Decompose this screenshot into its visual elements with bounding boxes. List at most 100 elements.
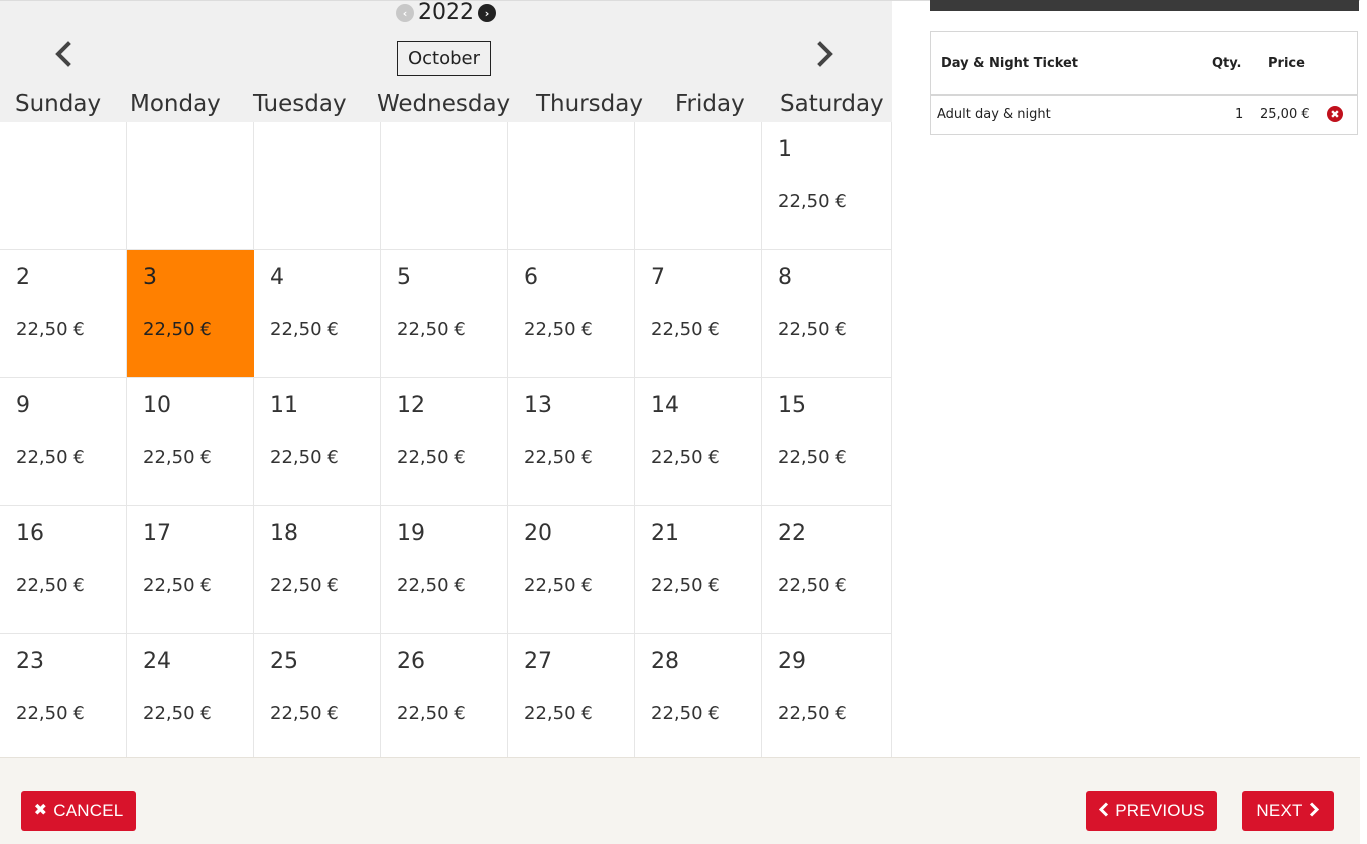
calendar-day-cell[interactable]: 22 22,50 € bbox=[762, 506, 892, 633]
day-number: 14 bbox=[651, 393, 679, 418]
calendar-day-cell[interactable]: 23 22,50 € bbox=[0, 634, 127, 761]
day-number: 15 bbox=[778, 393, 806, 418]
day-number: 19 bbox=[397, 521, 425, 546]
chevron-left-icon bbox=[1098, 801, 1109, 821]
day-price: 22,50 € bbox=[270, 703, 339, 724]
next-button[interactable]: NEXT bbox=[1242, 791, 1334, 831]
calendar-day-cell[interactable]: 7 22,50 € bbox=[635, 250, 762, 377]
day-number: 26 bbox=[397, 649, 425, 674]
calendar-day-cell[interactable]: 17 22,50 € bbox=[127, 506, 254, 633]
year-label: 2022 bbox=[418, 0, 474, 25]
calendar-day-cell[interactable]: 11 22,50 € bbox=[254, 378, 381, 505]
month-select[interactable]: October bbox=[397, 41, 491, 76]
previous-year-icon[interactable]: ‹ bbox=[396, 4, 414, 22]
day-number: 17 bbox=[143, 521, 171, 546]
day-number: 18 bbox=[270, 521, 298, 546]
weekday-friday: Friday bbox=[675, 91, 745, 117]
calendar-day-cell[interactable]: 6 22,50 € bbox=[508, 250, 635, 377]
chevron-right-icon bbox=[1309, 801, 1320, 821]
remove-item-icon[interactable]: ✖ bbox=[1327, 106, 1343, 122]
cart-header-ticket: Day & Night Ticket bbox=[941, 56, 1079, 71]
calendar-day-cell[interactable]: 24 22,50 € bbox=[127, 634, 254, 761]
calendar-day-cell[interactable]: 29 22,50 € bbox=[762, 634, 892, 761]
weekday-tuesday: Tuesday bbox=[253, 91, 347, 117]
calendar-day-cell[interactable]: 1 22,50 € bbox=[762, 122, 892, 249]
day-number: 7 bbox=[651, 265, 665, 290]
calendar-day-cell[interactable]: 13 22,50 € bbox=[508, 378, 635, 505]
day-price: 22,50 € bbox=[143, 447, 212, 468]
day-number: 24 bbox=[143, 649, 171, 674]
day-number: 21 bbox=[651, 521, 679, 546]
calendar-day-cell[interactable]: 19 22,50 € bbox=[381, 506, 508, 633]
day-price: 22,50 € bbox=[778, 575, 847, 596]
cancel-button-label: CANCEL bbox=[53, 801, 124, 820]
day-price: 22,50 € bbox=[651, 703, 720, 724]
day-price: 22,50 € bbox=[397, 319, 466, 340]
cart-header-qty: Qty. bbox=[1212, 56, 1242, 71]
day-number: 23 bbox=[16, 649, 44, 674]
day-number: 16 bbox=[16, 521, 44, 546]
previous-month-icon[interactable] bbox=[52, 41, 76, 67]
calendar-day-cell[interactable]: 21 22,50 € bbox=[635, 506, 762, 633]
calendar-day-cell[interactable]: 8 22,50 € bbox=[762, 250, 892, 377]
calendar-header: ‹ 2022 › October Sunday Monday Tuesday W… bbox=[0, 1, 892, 122]
cart-item-name: Adult day & night bbox=[937, 107, 1051, 122]
calendar-week: 16 22,50 € 17 22,50 € 18 22,50 € 19 22,50 € 20 22… bbox=[0, 506, 892, 634]
day-price: 22,50 € bbox=[778, 447, 847, 468]
day-price: 22,50 € bbox=[778, 191, 847, 212]
day-number: 9 bbox=[16, 393, 30, 418]
day-number: 13 bbox=[524, 393, 552, 418]
calendar-empty-cell bbox=[381, 122, 508, 249]
cart-header-price: Price bbox=[1268, 56, 1305, 71]
day-number: 6 bbox=[524, 265, 538, 290]
day-price: 22,50 € bbox=[397, 575, 466, 596]
day-price: 22,50 € bbox=[143, 319, 212, 340]
calendar-week: 1 22,50 € bbox=[0, 122, 892, 250]
calendar-day-cell[interactable]: 18 22,50 € bbox=[254, 506, 381, 633]
calendar-empty-cell bbox=[0, 122, 127, 249]
day-number: 12 bbox=[397, 393, 425, 418]
calendar-day-cell[interactable]: 25 22,50 € bbox=[254, 634, 381, 761]
day-number: 29 bbox=[778, 649, 806, 674]
year-navigation: ‹ 2022 › bbox=[396, 1, 496, 25]
calendar-day-cell[interactable]: 12 22,50 € bbox=[381, 378, 508, 505]
cart-header-row: Day & Night Ticket Qty. Price bbox=[931, 32, 1357, 96]
previous-button[interactable]: PREVIOUS bbox=[1086, 791, 1217, 831]
calendar-day-cell[interactable]: 5 22,50 € bbox=[381, 250, 508, 377]
cart-top-bar bbox=[930, 0, 1359, 11]
day-price: 22,50 € bbox=[143, 575, 212, 596]
cancel-button[interactable]: ✖ CANCEL bbox=[21, 791, 136, 831]
calendar-day-cell[interactable]: 28 22,50 € bbox=[635, 634, 762, 761]
day-price: 22,50 € bbox=[270, 319, 339, 340]
day-price: 22,50 € bbox=[16, 575, 85, 596]
calendar-day-cell[interactable]: 14 22,50 € bbox=[635, 378, 762, 505]
cart-row: Adult day & night 1 25,00 € ✖ bbox=[931, 96, 1357, 134]
day-price: 22,50 € bbox=[397, 447, 466, 468]
day-price: 22,50 € bbox=[270, 447, 339, 468]
calendar-day-cell[interactable]: 26 22,50 € bbox=[381, 634, 508, 761]
weekday-saturday: Saturday bbox=[780, 91, 884, 117]
calendar-day-cell[interactable]: 15 22,50 € bbox=[762, 378, 892, 505]
day-price: 22,50 € bbox=[397, 703, 466, 724]
calendar-day-cell[interactable]: 9 22,50 € bbox=[0, 378, 127, 505]
wizard-footer: ✖ CANCEL PREVIOUS NEXT bbox=[0, 757, 1360, 844]
calendar-day-cell[interactable]: 3 22,50 € bbox=[127, 250, 254, 377]
calendar-day-cell[interactable]: 27 22,50 € bbox=[508, 634, 635, 761]
day-price: 22,50 € bbox=[16, 447, 85, 468]
day-number: 4 bbox=[270, 265, 284, 290]
next-button-label: NEXT bbox=[1256, 801, 1303, 820]
calendar-day-cell[interactable]: 4 22,50 € bbox=[254, 250, 381, 377]
day-price: 22,50 € bbox=[778, 319, 847, 340]
day-price: 22,50 € bbox=[651, 575, 720, 596]
next-year-icon[interactable]: › bbox=[478, 4, 496, 22]
day-price: 22,50 € bbox=[524, 575, 593, 596]
day-number: 22 bbox=[778, 521, 806, 546]
calendar-empty-cell bbox=[508, 122, 635, 249]
next-month-icon[interactable] bbox=[812, 41, 836, 67]
calendar-day-cell[interactable]: 16 22,50 € bbox=[0, 506, 127, 633]
calendar-day-cell[interactable]: 10 22,50 € bbox=[127, 378, 254, 505]
calendar-day-cell[interactable]: 2 22,50 € bbox=[0, 250, 127, 377]
calendar-day-cell[interactable]: 20 22,50 € bbox=[508, 506, 635, 633]
day-number: 11 bbox=[270, 393, 298, 418]
cart-item-qty: 1 bbox=[1235, 107, 1244, 122]
